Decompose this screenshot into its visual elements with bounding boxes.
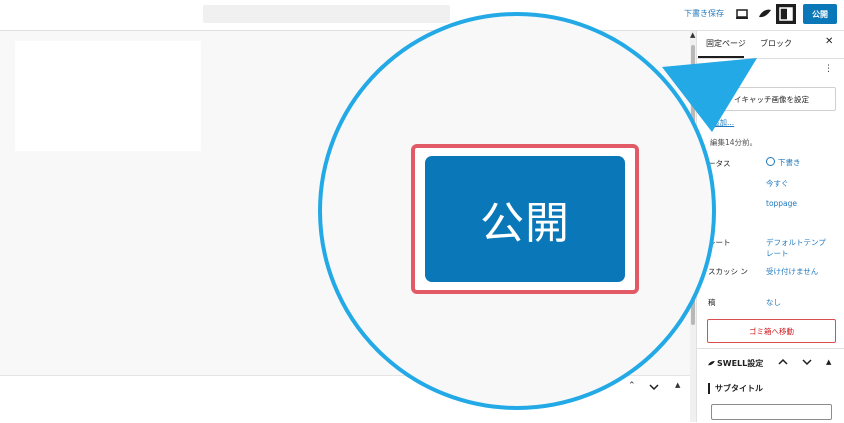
chevron-down-icon[interactable] <box>649 383 659 391</box>
last-edited-text: 編集14分前。 <box>710 138 758 147</box>
editor-content-block[interactable] <box>15 41 201 151</box>
chevron-up-icon[interactable]: ⌃ <box>628 381 636 391</box>
chevron-up-icon[interactable] <box>778 358 788 366</box>
sidebar-toggle-icon[interactable] <box>776 4 796 24</box>
swell-logo-icon[interactable] <box>757 6 773 22</box>
swell-logo-icon <box>708 361 715 366</box>
swell-settings-title[interactable]: SWELL設定 <box>717 358 763 369</box>
more-options-icon[interactable]: ⋮ <box>824 64 833 74</box>
draft-status-icon <box>766 157 775 166</box>
sidebar-divider <box>696 348 844 349</box>
discussion-label: スカッシ ン <box>708 267 748 276</box>
template-value[interactable]: デフォルトテンプ レート <box>766 237 832 259</box>
post-label: 稿 <box>708 298 716 307</box>
publish-date-value[interactable]: 今すぐ <box>766 178 789 189</box>
caret-up-icon[interactable]: ▲ <box>675 381 680 389</box>
chevron-down-icon[interactable] <box>802 358 812 366</box>
subtitle-label: サブタイトル <box>708 383 763 394</box>
status-label: ータス <box>708 159 731 168</box>
publish-button[interactable]: 公開 <box>803 4 837 24</box>
sidebar-divider <box>696 58 844 59</box>
caret-up-icon[interactable]: ▲ <box>826 358 831 366</box>
move-to-trash-button[interactable]: ゴミ箱へ移動 <box>707 319 836 343</box>
add-link[interactable]: 追加... <box>712 117 734 128</box>
tab-block[interactable]: ブロック <box>760 38 792 49</box>
post-value[interactable]: なし <box>766 297 781 308</box>
slug-value[interactable]: toppage <box>766 198 797 209</box>
status-value[interactable]: 下書き <box>778 157 801 168</box>
tab-page[interactable]: 固定ページ <box>706 38 746 49</box>
save-draft-button[interactable]: 下書き保存 <box>684 8 724 19</box>
set-featured-image-button[interactable]: イキャッチ画像を設定 <box>707 87 836 111</box>
close-icon[interactable]: ✕ <box>825 36 833 47</box>
subtitle-input[interactable] <box>711 404 832 420</box>
preview-device-icon[interactable] <box>734 6 750 22</box>
scroll-up-arrow-icon[interactable]: ▲ <box>690 31 695 39</box>
title-field[interactable] <box>203 5 450 23</box>
zoomed-publish-button: 公開 <box>425 156 625 282</box>
discussion-value[interactable]: 受け付けません <box>766 266 818 277</box>
